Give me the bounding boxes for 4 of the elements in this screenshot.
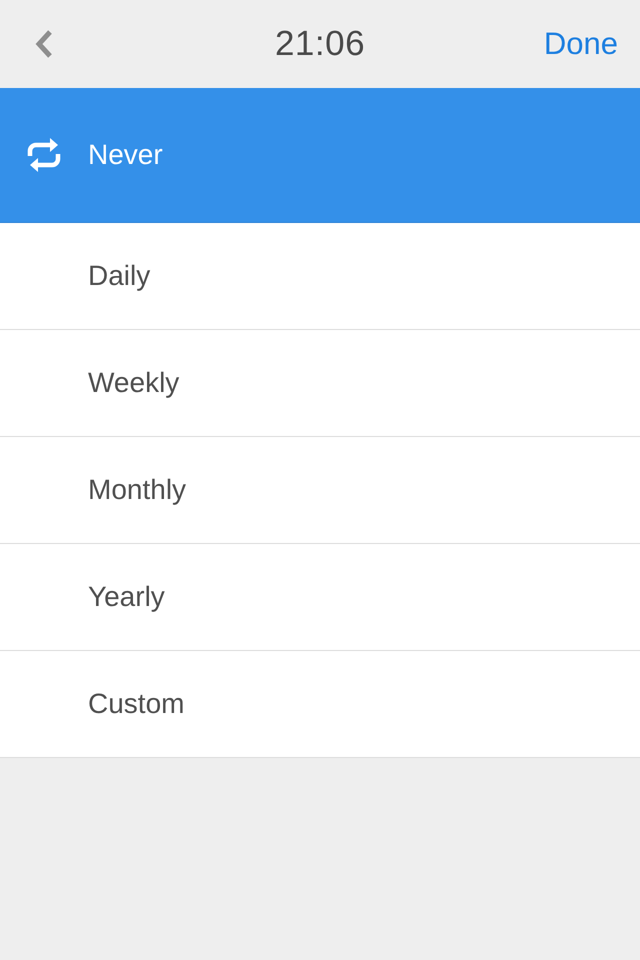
- time-title: 21:06: [274, 24, 366, 64]
- back-chevron-icon: [35, 30, 53, 58]
- repeat-icon: [25, 137, 63, 173]
- done-button[interactable]: Done: [544, 26, 618, 62]
